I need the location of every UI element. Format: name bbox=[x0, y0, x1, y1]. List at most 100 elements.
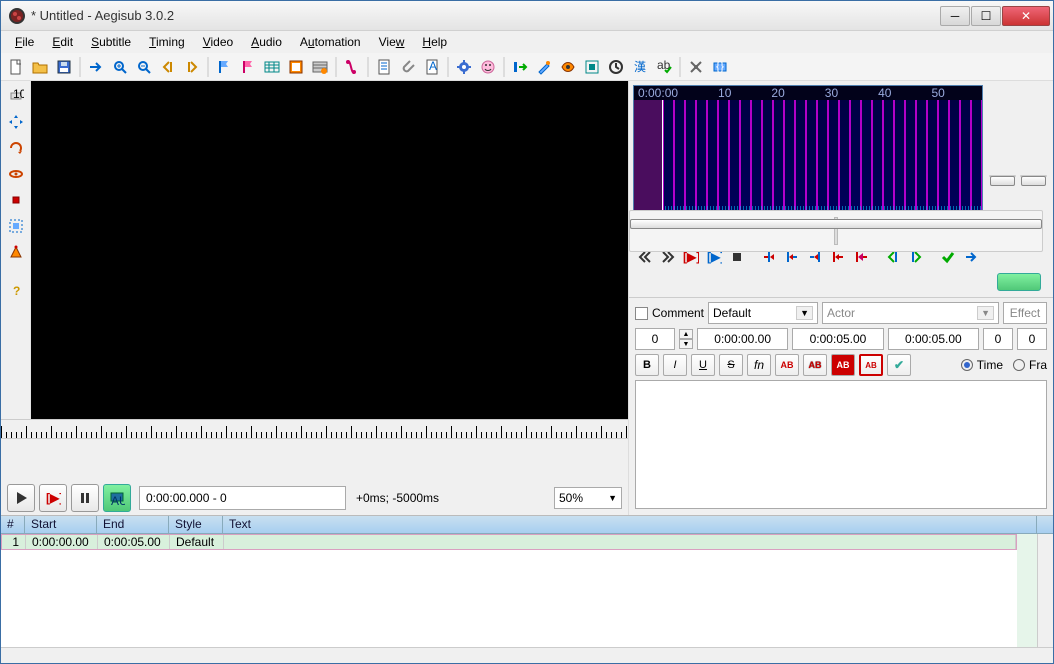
commit-text-button[interactable]: ✔ bbox=[887, 354, 911, 376]
play-button[interactable] bbox=[7, 484, 35, 512]
styling-assistant-icon[interactable] bbox=[533, 56, 555, 78]
grid-header-end[interactable]: End bbox=[97, 516, 169, 533]
volume-slider[interactable] bbox=[629, 210, 1043, 252]
grid-row[interactable]: 1 0:00:00.00 0:00:05.00 Default bbox=[1, 534, 1017, 550]
maximize-button[interactable]: ☐ bbox=[971, 6, 1001, 26]
vector-clip-tool-icon[interactable] bbox=[5, 241, 27, 263]
automation-icon[interactable] bbox=[453, 56, 475, 78]
zoom-dropdown[interactable]: 50%▼ bbox=[554, 487, 622, 509]
grid-hscroll[interactable] bbox=[1, 647, 1053, 663]
comment-label: Comment bbox=[652, 306, 704, 320]
margin-r-field[interactable]: 0 bbox=[983, 328, 1013, 350]
pause-button[interactable] bbox=[71, 484, 99, 512]
menu-audio[interactable]: Audio bbox=[243, 33, 290, 51]
clip-tool-icon[interactable] bbox=[5, 215, 27, 237]
font-button[interactable]: fn bbox=[747, 354, 771, 376]
start-time-field[interactable]: 0:00:00.00 bbox=[697, 328, 788, 350]
close-button[interactable]: ✕ bbox=[1002, 6, 1050, 26]
video-position-field[interactable]: 0:00:00.000 - 0 bbox=[139, 486, 346, 510]
shadow-color-button[interactable]: AB bbox=[859, 354, 883, 376]
zoom-in-icon[interactable] bbox=[109, 56, 131, 78]
primary-color-button[interactable]: AB bbox=[775, 354, 799, 376]
vertical-zoom-slider[interactable] bbox=[1020, 175, 1047, 177]
svg-text:A: A bbox=[429, 59, 437, 73]
style-dropdown[interactable]: Default▼ bbox=[708, 302, 818, 324]
standard-tool-icon[interactable]: 10 bbox=[5, 85, 27, 107]
menu-video[interactable]: Video bbox=[195, 33, 241, 51]
grid-header-start[interactable]: Start bbox=[25, 516, 97, 533]
grid-header: # Start End Style Text bbox=[1, 516, 1053, 534]
layer-spinner[interactable]: ▲▼ bbox=[679, 329, 693, 349]
grid-header-text[interactable]: Text bbox=[223, 516, 1037, 533]
margin-v-field[interactable]: 0 bbox=[1017, 328, 1047, 350]
menu-file[interactable]: File bbox=[7, 33, 42, 51]
menu-view[interactable]: View bbox=[371, 33, 413, 51]
flag-start-icon[interactable] bbox=[213, 56, 235, 78]
toggle-tags-icon[interactable]: {} bbox=[709, 56, 731, 78]
properties-icon[interactable] bbox=[373, 56, 395, 78]
main-toolbar: A 漢 ab {} bbox=[1, 53, 1053, 81]
end-time-field[interactable]: 0:00:05.00 bbox=[792, 328, 883, 350]
actor-field[interactable]: Actor▼ bbox=[822, 302, 999, 324]
kanji-timer-icon[interactable]: 漢 bbox=[629, 56, 651, 78]
new-file-icon[interactable] bbox=[5, 56, 27, 78]
drag-tool-icon[interactable] bbox=[5, 111, 27, 133]
save-file-icon[interactable] bbox=[53, 56, 75, 78]
rotate-z-tool-icon[interactable] bbox=[5, 137, 27, 159]
options-icon[interactable] bbox=[685, 56, 707, 78]
help-icon[interactable]: ? bbox=[5, 279, 27, 301]
grid-body[interactable]: 1 0:00:00.00 0:00:05.00 Default bbox=[1, 534, 1017, 647]
grid-header-style[interactable]: Style bbox=[169, 516, 223, 533]
play-line-button[interactable]: [▶] bbox=[39, 484, 67, 512]
menu-timing[interactable]: Timing bbox=[141, 33, 193, 51]
snap-scene-icon[interactable] bbox=[285, 56, 307, 78]
fonts-collector-icon[interactable]: A bbox=[421, 56, 443, 78]
scale-tool-icon[interactable] bbox=[5, 189, 27, 211]
frame-radio[interactable]: Fra bbox=[1013, 358, 1047, 372]
duration-field[interactable]: 0:00:05.00 bbox=[888, 328, 979, 350]
jump-end-icon[interactable] bbox=[181, 56, 203, 78]
menu-subtitle[interactable]: Subtitle bbox=[83, 33, 139, 51]
minimize-button[interactable]: ─ bbox=[940, 6, 970, 26]
jump-to-icon[interactable] bbox=[85, 56, 107, 78]
secondary-color-button[interactable]: AB bbox=[803, 354, 827, 376]
comment-checkbox[interactable] bbox=[635, 307, 648, 320]
effect-field[interactable]: Effect bbox=[1003, 302, 1047, 324]
grid-gutter bbox=[1017, 534, 1037, 647]
outline-color-button[interactable]: AB bbox=[831, 354, 855, 376]
menu-help[interactable]: Help bbox=[414, 33, 455, 51]
grid-vscroll[interactable] bbox=[1037, 534, 1053, 647]
subtitle-grid: # Start End Style Text 1 0:00:00.00 0:00… bbox=[1, 515, 1053, 663]
video-seek-bar[interactable] bbox=[1, 419, 628, 438]
time-radio[interactable]: Time bbox=[961, 358, 1003, 372]
subtitle-text-editor[interactable] bbox=[635, 380, 1047, 509]
menu-edit[interactable]: Edit bbox=[44, 33, 81, 51]
shift-times-icon[interactable] bbox=[309, 56, 331, 78]
translation-assistant-icon[interactable] bbox=[557, 56, 579, 78]
flag-end-icon[interactable] bbox=[237, 56, 259, 78]
autoscroll-button[interactable]: AUTO bbox=[103, 484, 131, 512]
styles-manager-icon[interactable] bbox=[341, 56, 363, 78]
italic-button[interactable]: I bbox=[663, 354, 687, 376]
link-commit-button[interactable] bbox=[997, 273, 1041, 291]
jump-start-icon[interactable] bbox=[157, 56, 179, 78]
attachments-icon[interactable] bbox=[397, 56, 419, 78]
spell-check-icon[interactable]: ab bbox=[653, 56, 675, 78]
strikeout-button[interactable]: S bbox=[719, 354, 743, 376]
grid-header-num[interactable]: # bbox=[1, 516, 25, 533]
assdraw-icon[interactable] bbox=[477, 56, 499, 78]
audio-timeline: 0:00:001020304050 bbox=[634, 86, 982, 100]
resample-icon[interactable] bbox=[581, 56, 603, 78]
open-file-icon[interactable] bbox=[29, 56, 51, 78]
video-display[interactable] bbox=[31, 81, 628, 419]
zoom-out-icon[interactable] bbox=[133, 56, 155, 78]
select-visible-icon[interactable] bbox=[261, 56, 283, 78]
shift-times-tool-icon[interactable] bbox=[509, 56, 531, 78]
menu-automation[interactable]: Automation bbox=[292, 33, 369, 51]
bold-button[interactable]: B bbox=[635, 354, 659, 376]
timing-postprocessor-icon[interactable] bbox=[605, 56, 627, 78]
underline-button[interactable]: U bbox=[691, 354, 715, 376]
layer-field[interactable]: 0 bbox=[635, 328, 675, 350]
rotate-xy-tool-icon[interactable] bbox=[5, 163, 27, 185]
horizontal-zoom-slider[interactable] bbox=[989, 175, 1016, 177]
